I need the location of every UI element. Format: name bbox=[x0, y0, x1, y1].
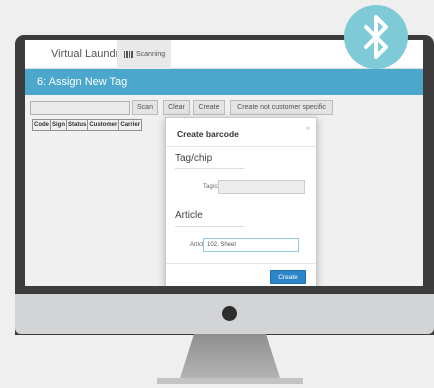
nav-tab-label: Scanning bbox=[136, 51, 166, 58]
bluetooth-icon bbox=[364, 15, 388, 59]
barcode-icon bbox=[124, 51, 133, 58]
dialog-header-divider bbox=[166, 146, 316, 147]
dialog-create-button[interactable]: Create bbox=[270, 270, 306, 284]
page-title: 6: Assign New Tag bbox=[37, 76, 128, 88]
bluetooth-badge bbox=[344, 5, 408, 69]
tag-chip-field[interactable] bbox=[218, 180, 305, 194]
article-section-title: Article bbox=[175, 210, 203, 221]
article-field[interactable]: 102, Sheet bbox=[203, 238, 299, 252]
close-icon[interactable]: × bbox=[305, 124, 310, 133]
dialog-title: Create barcode bbox=[177, 129, 239, 139]
monitor-stand-foot bbox=[157, 378, 303, 384]
tag-section-divider bbox=[175, 168, 244, 169]
dialog-footer-divider bbox=[166, 263, 316, 264]
monitor-stand-neck bbox=[180, 334, 280, 378]
tag-section-title: Tag/chip bbox=[175, 153, 213, 164]
brand-title[interactable]: Virtual Laundry bbox=[51, 48, 125, 60]
power-indicator bbox=[222, 306, 237, 321]
app-screen: Virtual Laundry Scanning 6: Assign New T… bbox=[25, 40, 423, 286]
page-banner: 6: Assign New Tag bbox=[25, 69, 423, 95]
create-barcode-dialog: Create barcode × Tag/chip Tag/chip Artic… bbox=[165, 117, 317, 286]
article-section-divider bbox=[175, 226, 244, 227]
nav-tab-scanning[interactable]: Scanning bbox=[117, 40, 171, 69]
